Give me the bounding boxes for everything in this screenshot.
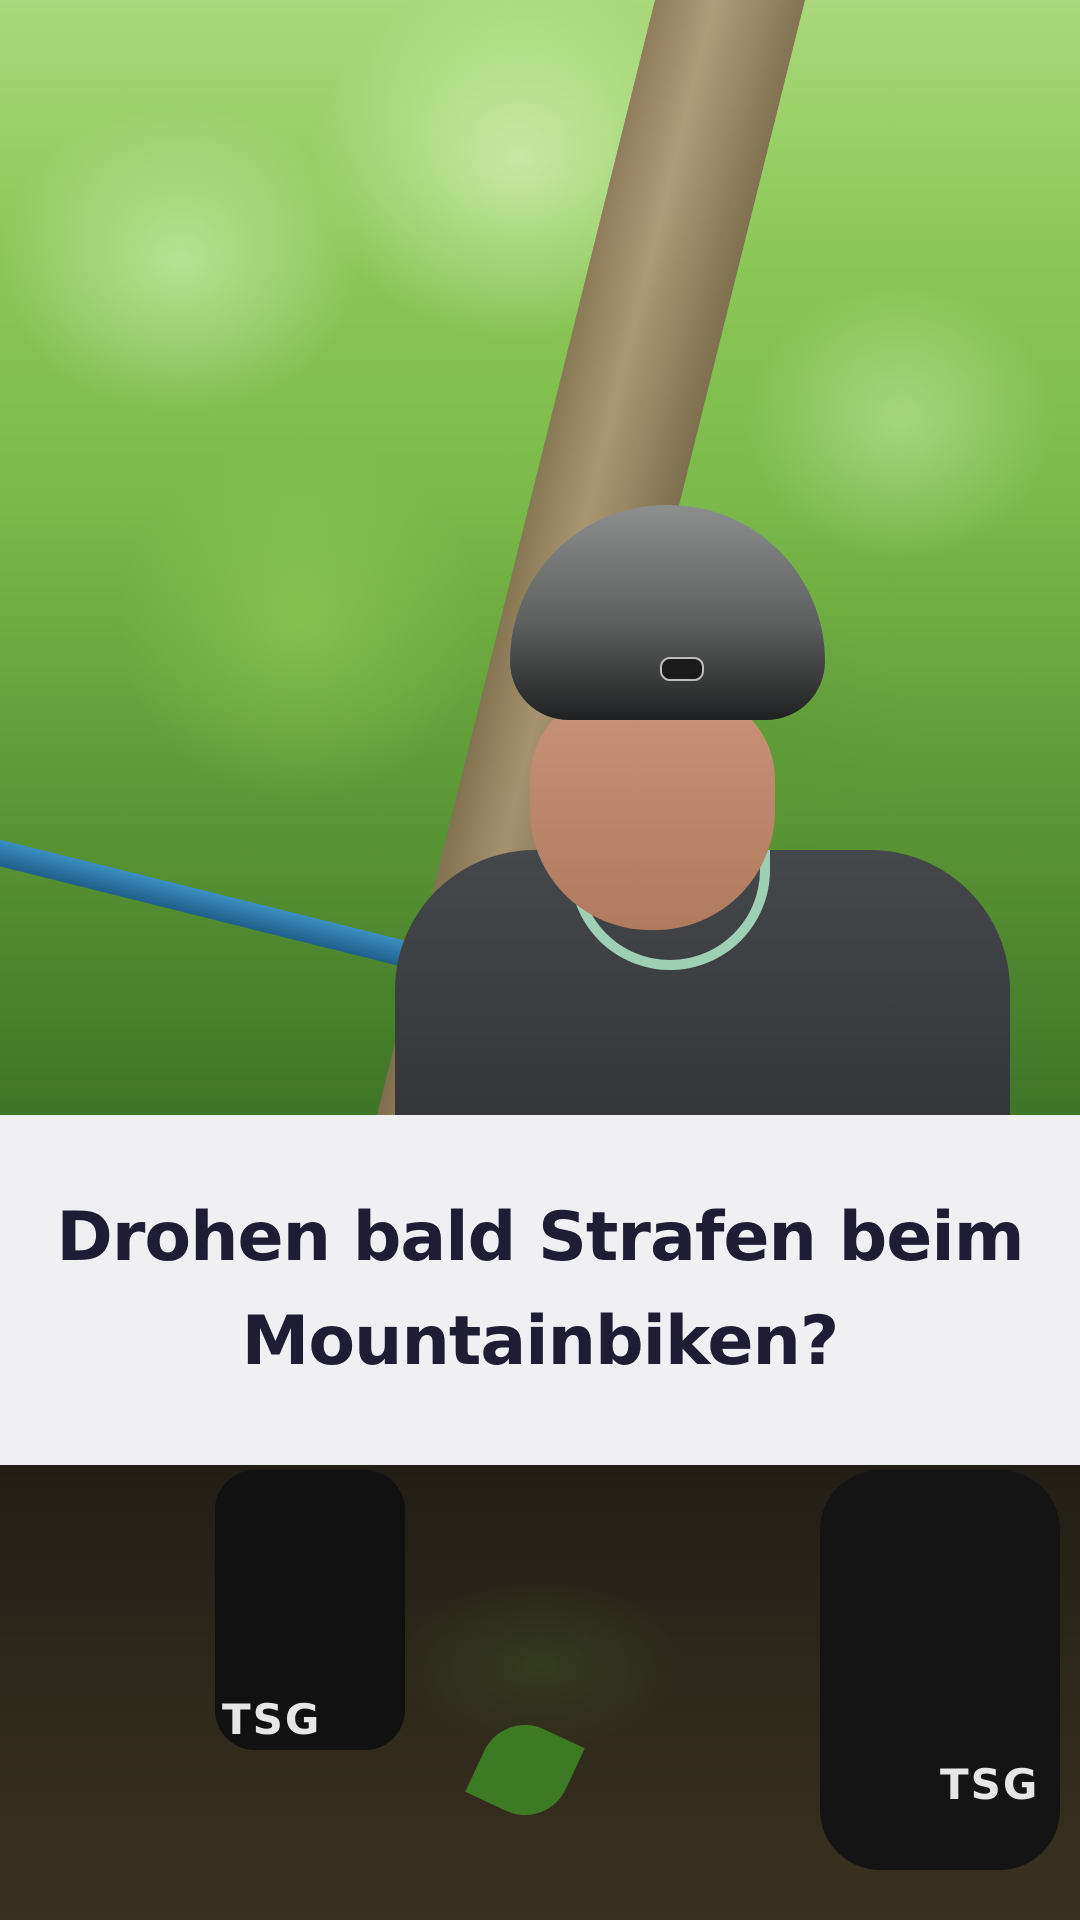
helmet-logo (660, 657, 704, 681)
kneepad-brand-right: TSG (940, 1760, 1040, 1809)
kneepad-brand-left: TSG (222, 1695, 322, 1744)
rider-face (530, 690, 775, 930)
caption-panel: Drohen bald Strafen beim Mountainbiken? (0, 1115, 1080, 1465)
video-frame: TSG TSG Drohen bald Strafen beim Mountai… (0, 0, 1080, 1920)
caption-title: Drohen bald Strafen beim Mountainbiken? (56, 1198, 1024, 1381)
right-kneepad (820, 1470, 1060, 1870)
